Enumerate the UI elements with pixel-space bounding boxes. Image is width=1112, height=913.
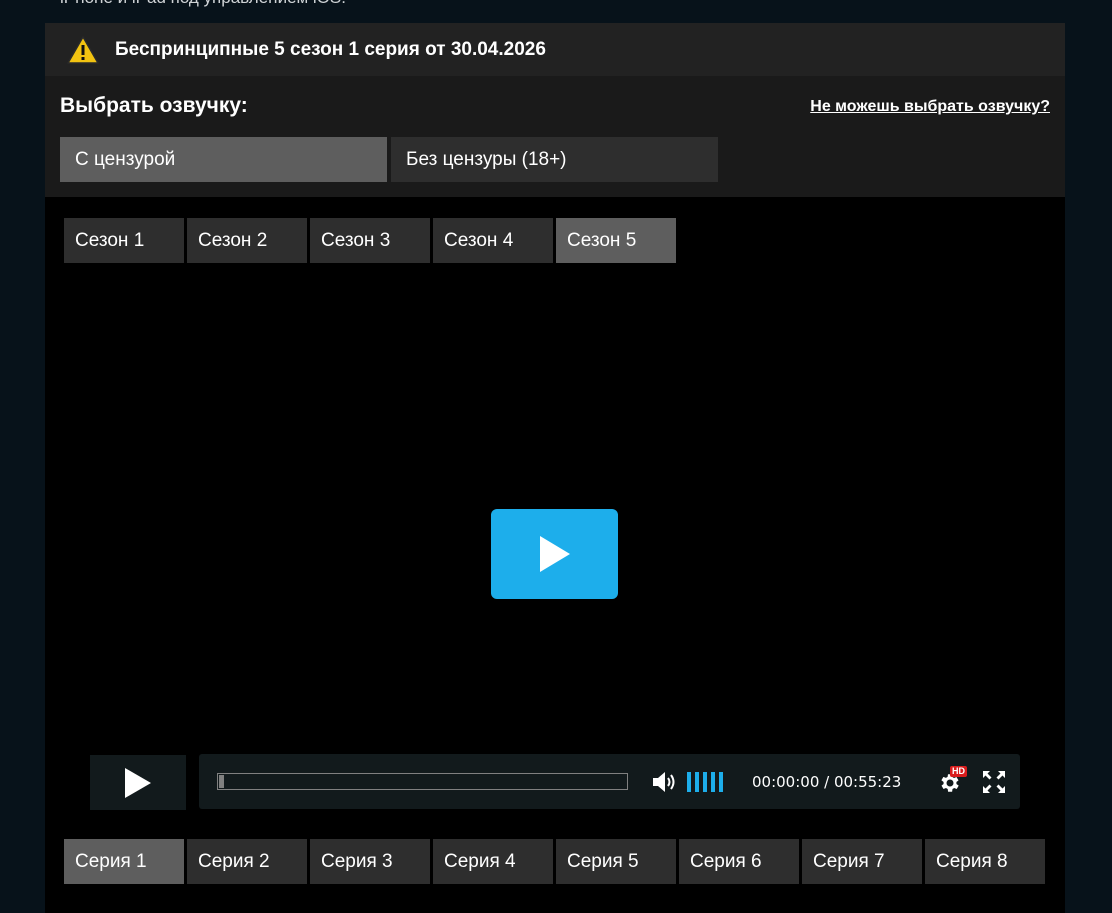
dubbing-option-uncensored[interactable]: Без цензуры (18+) — [391, 137, 718, 182]
dubbing-help-link[interactable]: Не можешь выбрать озвучку? — [810, 98, 1050, 116]
volume-slider[interactable] — [687, 772, 727, 792]
volume-level-bar[interactable] — [703, 772, 707, 792]
progress-bar[interactable] — [217, 773, 628, 790]
volume-icon[interactable] — [652, 771, 678, 793]
player-controls: 00:00:00 / 00:55:23 HD — [199, 754, 1020, 809]
tab-episode-2[interactable]: Серия 2 — [187, 839, 307, 884]
big-play-button[interactable] — [491, 509, 618, 599]
dubbing-option-censored[interactable]: С цензурой — [60, 137, 387, 182]
play-icon — [539, 536, 570, 572]
episode-tabs: Серия 1 Серия 2 Серия 3 Серия 4 Серия 5 … — [64, 839, 1048, 884]
time-display: 00:00:00 / 00:55:23 — [752, 773, 902, 791]
player-panel: Беспринципные 5 сезон 1 серия от 30.04.2… — [45, 23, 1065, 913]
hd-badge: HD — [950, 766, 967, 777]
volume-level-bar[interactable] — [719, 772, 723, 792]
tab-season-3[interactable]: Сезон 3 — [310, 218, 430, 263]
season-tabs: Сезон 1 Сезон 2 Сезон 3 Сезон 4 Сезон 5 — [64, 218, 679, 263]
dubbing-title: Выбрать озвучку: — [60, 94, 248, 117]
tab-episode-4[interactable]: Серия 4 — [433, 839, 553, 884]
volume-level-bar[interactable] — [687, 772, 691, 792]
tab-season-4[interactable]: Сезон 4 — [433, 218, 553, 263]
episode-notice: Беспринципные 5 сезон 1 серия от 30.04.2… — [45, 23, 1065, 76]
tab-episode-7[interactable]: Серия 7 — [802, 839, 922, 884]
tab-episode-3[interactable]: Серия 3 — [310, 839, 430, 884]
tab-episode-1[interactable]: Серия 1 — [64, 839, 184, 884]
notice-title: Беспринципные 5 сезон 1 серия от 30.04.2… — [115, 38, 546, 60]
play-button[interactable] — [90, 755, 186, 810]
fullscreen-icon[interactable] — [982, 770, 1006, 794]
warning-icon — [67, 35, 99, 64]
play-icon — [125, 767, 151, 798]
volume-level-bar[interactable] — [695, 772, 699, 792]
tab-season-5[interactable]: Сезон 5 — [556, 218, 676, 263]
dubbing-section: Выбрать озвучку: Не можешь выбрать озвуч… — [45, 76, 1065, 197]
tab-episode-8[interactable]: Серия 8 — [925, 839, 1045, 884]
intro-text: iPhone и iPad под управлением iOS. — [60, 0, 346, 8]
tab-season-1[interactable]: Сезон 1 — [64, 218, 184, 263]
tab-episode-5[interactable]: Серия 5 — [556, 839, 676, 884]
tab-episode-6[interactable]: Серия 6 — [679, 839, 799, 884]
progress-handle[interactable] — [219, 775, 224, 788]
volume-level-bar[interactable] — [711, 772, 715, 792]
tab-season-2[interactable]: Сезон 2 — [187, 218, 307, 263]
